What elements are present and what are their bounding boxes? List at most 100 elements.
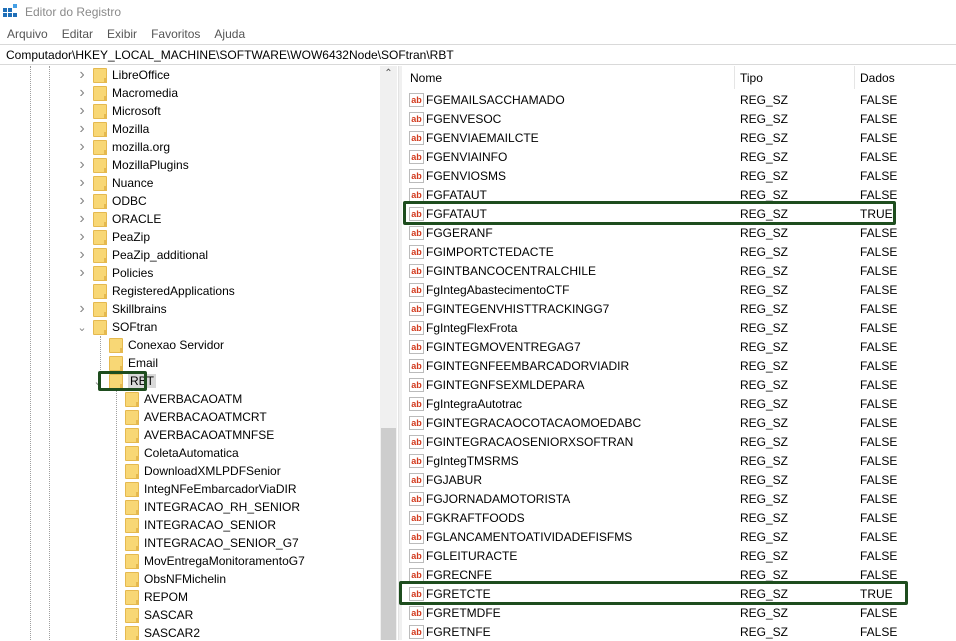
tree-item[interactable]: INTEGRACAO_RH_SENIOR bbox=[109, 498, 300, 516]
value-row[interactable]: ab FGENVESOC REG_SZ FALSE bbox=[402, 109, 956, 128]
tree-item[interactable]: › Nuance bbox=[77, 174, 153, 192]
chevron-right-icon[interactable]: › bbox=[77, 192, 87, 210]
menu-arquivo[interactable]: Arquivo bbox=[0, 27, 55, 41]
ab-string-icon: ab bbox=[409, 415, 424, 430]
column-header-dados[interactable]: Dados bbox=[860, 71, 895, 85]
tree-item[interactable]: REPOM bbox=[109, 588, 188, 606]
tree-item-label: PeaZip bbox=[112, 230, 151, 244]
value-row[interactable]: ab FGLANCAMENTOATIVIDADEFISFMS REG_SZ FALSE bbox=[402, 527, 956, 546]
tree-item[interactable]: AVERBACAOATMNFSE bbox=[109, 426, 274, 444]
value-row[interactable]: ab FGINTEGNFSEXMLDEPARA REG_SZ FALSE bbox=[402, 375, 956, 394]
ab-string-icon: ab bbox=[409, 130, 424, 145]
tree-item[interactable]: IntegNFeEmbarcadorViaDIR bbox=[109, 480, 297, 498]
value-row[interactable]: ab FGINTEGRACAOSENIORXSOFTRAN REG_SZ FALSE bbox=[402, 432, 956, 451]
tree-item[interactable]: › LibreOffice bbox=[77, 66, 169, 84]
tree-item[interactable]: ColetaAutomatica bbox=[109, 444, 239, 462]
value-row[interactable]: ab FGINTEGENVHISTTRACKINGG7 REG_SZ FALSE bbox=[402, 299, 956, 318]
folder-icon bbox=[125, 607, 139, 623]
menu-favoritos[interactable]: Favoritos bbox=[144, 27, 207, 41]
chevron-right-icon[interactable]: › bbox=[77, 174, 87, 192]
chevron-right-icon[interactable]: › bbox=[77, 66, 87, 84]
tree-item[interactable]: › MozillaPlugins bbox=[77, 156, 188, 174]
folder-icon bbox=[93, 175, 107, 191]
value-row[interactable]: ab FGINTBANCOCENTRALCHILE REG_SZ FALSE bbox=[402, 261, 956, 280]
chevron-right-icon[interactable]: › bbox=[77, 228, 87, 246]
value-row[interactable]: ab FGINTEGRACAOCOTACAOMOEDABC REG_SZ FALSE bbox=[402, 413, 956, 432]
scroll-thumb[interactable] bbox=[381, 428, 396, 640]
value-type: REG_SZ bbox=[740, 320, 789, 335]
chevron-right-icon[interactable]: › bbox=[77, 210, 87, 228]
value-name: FGINTEGRACAOCOTACAOMOEDABC bbox=[426, 415, 642, 430]
tree-item[interactable]: AVERBACAOATMCRT bbox=[109, 408, 267, 426]
ab-string-icon: ab bbox=[409, 491, 424, 506]
tree-item[interactable]: › Skillbrains bbox=[77, 300, 166, 318]
value-row[interactable]: ab FgIntegTMSRMS REG_SZ FALSE bbox=[402, 451, 956, 470]
value-row[interactable]: ab FGIMPORTCTEDACTE REG_SZ FALSE bbox=[402, 242, 956, 261]
chevron-right-icon[interactable]: › bbox=[77, 246, 87, 264]
chevron-right-icon[interactable]: › bbox=[77, 84, 87, 102]
value-type: REG_SZ bbox=[740, 624, 789, 639]
tree-item[interactable]: › Policies bbox=[77, 264, 153, 282]
chevron-right-icon[interactable]: › bbox=[77, 156, 87, 174]
tree-item[interactable]: INTEGRACAO_SENIOR_G7 bbox=[109, 534, 299, 552]
value-data: FALSE bbox=[860, 301, 898, 316]
tree-item[interactable]: DownloadXMLPDFSenior bbox=[109, 462, 281, 480]
tree-item-label: ORACLE bbox=[112, 212, 162, 226]
column-header-tipo[interactable]: Tipo bbox=[740, 71, 763, 85]
tree-scrollbar[interactable]: ⌃ bbox=[380, 66, 397, 640]
column-header-nome[interactable]: Nome bbox=[410, 71, 442, 85]
value-row[interactable]: ab FGGERANF REG_SZ FALSE bbox=[402, 223, 956, 242]
value-data: FALSE bbox=[860, 377, 898, 392]
tree-item[interactable]: ObsNFMichelin bbox=[109, 570, 226, 588]
value-row[interactable]: ab FGKRAFTFOODS REG_SZ FALSE bbox=[402, 508, 956, 527]
tree-item[interactable]: RegisteredApplications bbox=[77, 282, 235, 300]
chevron-right-icon[interactable]: › bbox=[77, 138, 87, 156]
tree-item[interactable]: › mozilla.org bbox=[77, 138, 170, 156]
value-row[interactable]: ab FGLEITURACTE REG_SZ FALSE bbox=[402, 546, 956, 565]
menu-editar[interactable]: Editar bbox=[55, 27, 100, 41]
value-row[interactable]: ab FGENVIAEMAILCTE REG_SZ FALSE bbox=[402, 128, 956, 147]
chevron-right-icon[interactable]: › bbox=[77, 264, 87, 282]
address-bar[interactable]: Computador\HKEY_LOCAL_MACHINE\SOFTWARE\W… bbox=[0, 44, 956, 65]
tree-item[interactable]: › PeaZip_additional bbox=[77, 246, 208, 264]
tree-item[interactable]: INTEGRACAO_SENIOR bbox=[109, 516, 276, 534]
tree-item[interactable]: MovEntregaMonitoramentoG7 bbox=[109, 552, 305, 570]
tree-item[interactable]: › Macromedia bbox=[77, 84, 178, 102]
value-row[interactable]: ab FGINTEGNFEEMBARCADORVIADIR REG_SZ FALSE bbox=[402, 356, 956, 375]
menu-ajuda[interactable]: Ajuda bbox=[207, 27, 252, 41]
chevron-right-icon[interactable]: › bbox=[77, 102, 87, 120]
tree-item[interactable]: › Microsoft bbox=[77, 102, 160, 120]
menu-exibir[interactable]: Exibir bbox=[100, 27, 144, 41]
tree-item[interactable]: › ODBC bbox=[77, 192, 146, 210]
value-row[interactable]: ab FGEMAILSACCHAMADO REG_SZ FALSE bbox=[402, 90, 956, 109]
value-row[interactable]: ab FGJABUR REG_SZ FALSE bbox=[402, 470, 956, 489]
value-row[interactable]: ab FgIntegAbastecimentoCTF REG_SZ FALSE bbox=[402, 280, 956, 299]
tree-item[interactable]: › PeaZip bbox=[77, 228, 150, 246]
menu-bar: Arquivo Editar Exibir Favoritos Ajuda bbox=[0, 24, 252, 44]
scroll-up-icon[interactable]: ⌃ bbox=[380, 68, 397, 79]
value-name: FGINTBANCOCENTRALCHILE bbox=[426, 263, 597, 278]
tree-item[interactable]: Email bbox=[93, 354, 158, 372]
value-row[interactable]: ab FGINTEGMOVENTREGAG7 REG_SZ FALSE bbox=[402, 337, 956, 356]
tree-item-label: ColetaAutomatica bbox=[144, 446, 239, 460]
value-row[interactable]: ab FgIntegraAutotrac REG_SZ FALSE bbox=[402, 394, 956, 413]
tree-item[interactable]: SASCAR bbox=[109, 606, 193, 624]
chevron-right-icon[interactable]: › bbox=[77, 300, 87, 318]
tree-item[interactable]: SASCAR2 bbox=[109, 624, 200, 640]
tree-item[interactable]: AVERBACAOATM bbox=[109, 390, 242, 408]
ab-string-icon: ab bbox=[409, 358, 424, 373]
chevron-right-icon[interactable]: › bbox=[77, 120, 87, 138]
value-row[interactable]: ab FGJORNADAMOTORISTA REG_SZ FALSE bbox=[402, 489, 956, 508]
ab-string-icon: ab bbox=[409, 263, 424, 278]
tree-item[interactable]: › ORACLE bbox=[77, 210, 161, 228]
chevron-down-icon[interactable]: ⌄ bbox=[77, 321, 87, 334]
value-row[interactable]: ab FGRETMDFE REG_SZ FALSE bbox=[402, 603, 956, 622]
tree-item[interactable]: › Mozilla bbox=[77, 120, 149, 138]
tree-item[interactable]: ⌄ SOFtran bbox=[77, 318, 157, 336]
tree-item[interactable]: Conexao Servidor bbox=[93, 336, 224, 354]
value-row[interactable]: ab FgIntegFlexFrota REG_SZ FALSE bbox=[402, 318, 956, 337]
value-data: FALSE bbox=[860, 149, 898, 164]
value-row[interactable]: ab FGENVIAINFO REG_SZ FALSE bbox=[402, 147, 956, 166]
value-row[interactable]: ab FGENVIOSMS REG_SZ FALSE bbox=[402, 166, 956, 185]
value-row[interactable]: ab FGRETNFE REG_SZ FALSE bbox=[402, 622, 956, 641]
